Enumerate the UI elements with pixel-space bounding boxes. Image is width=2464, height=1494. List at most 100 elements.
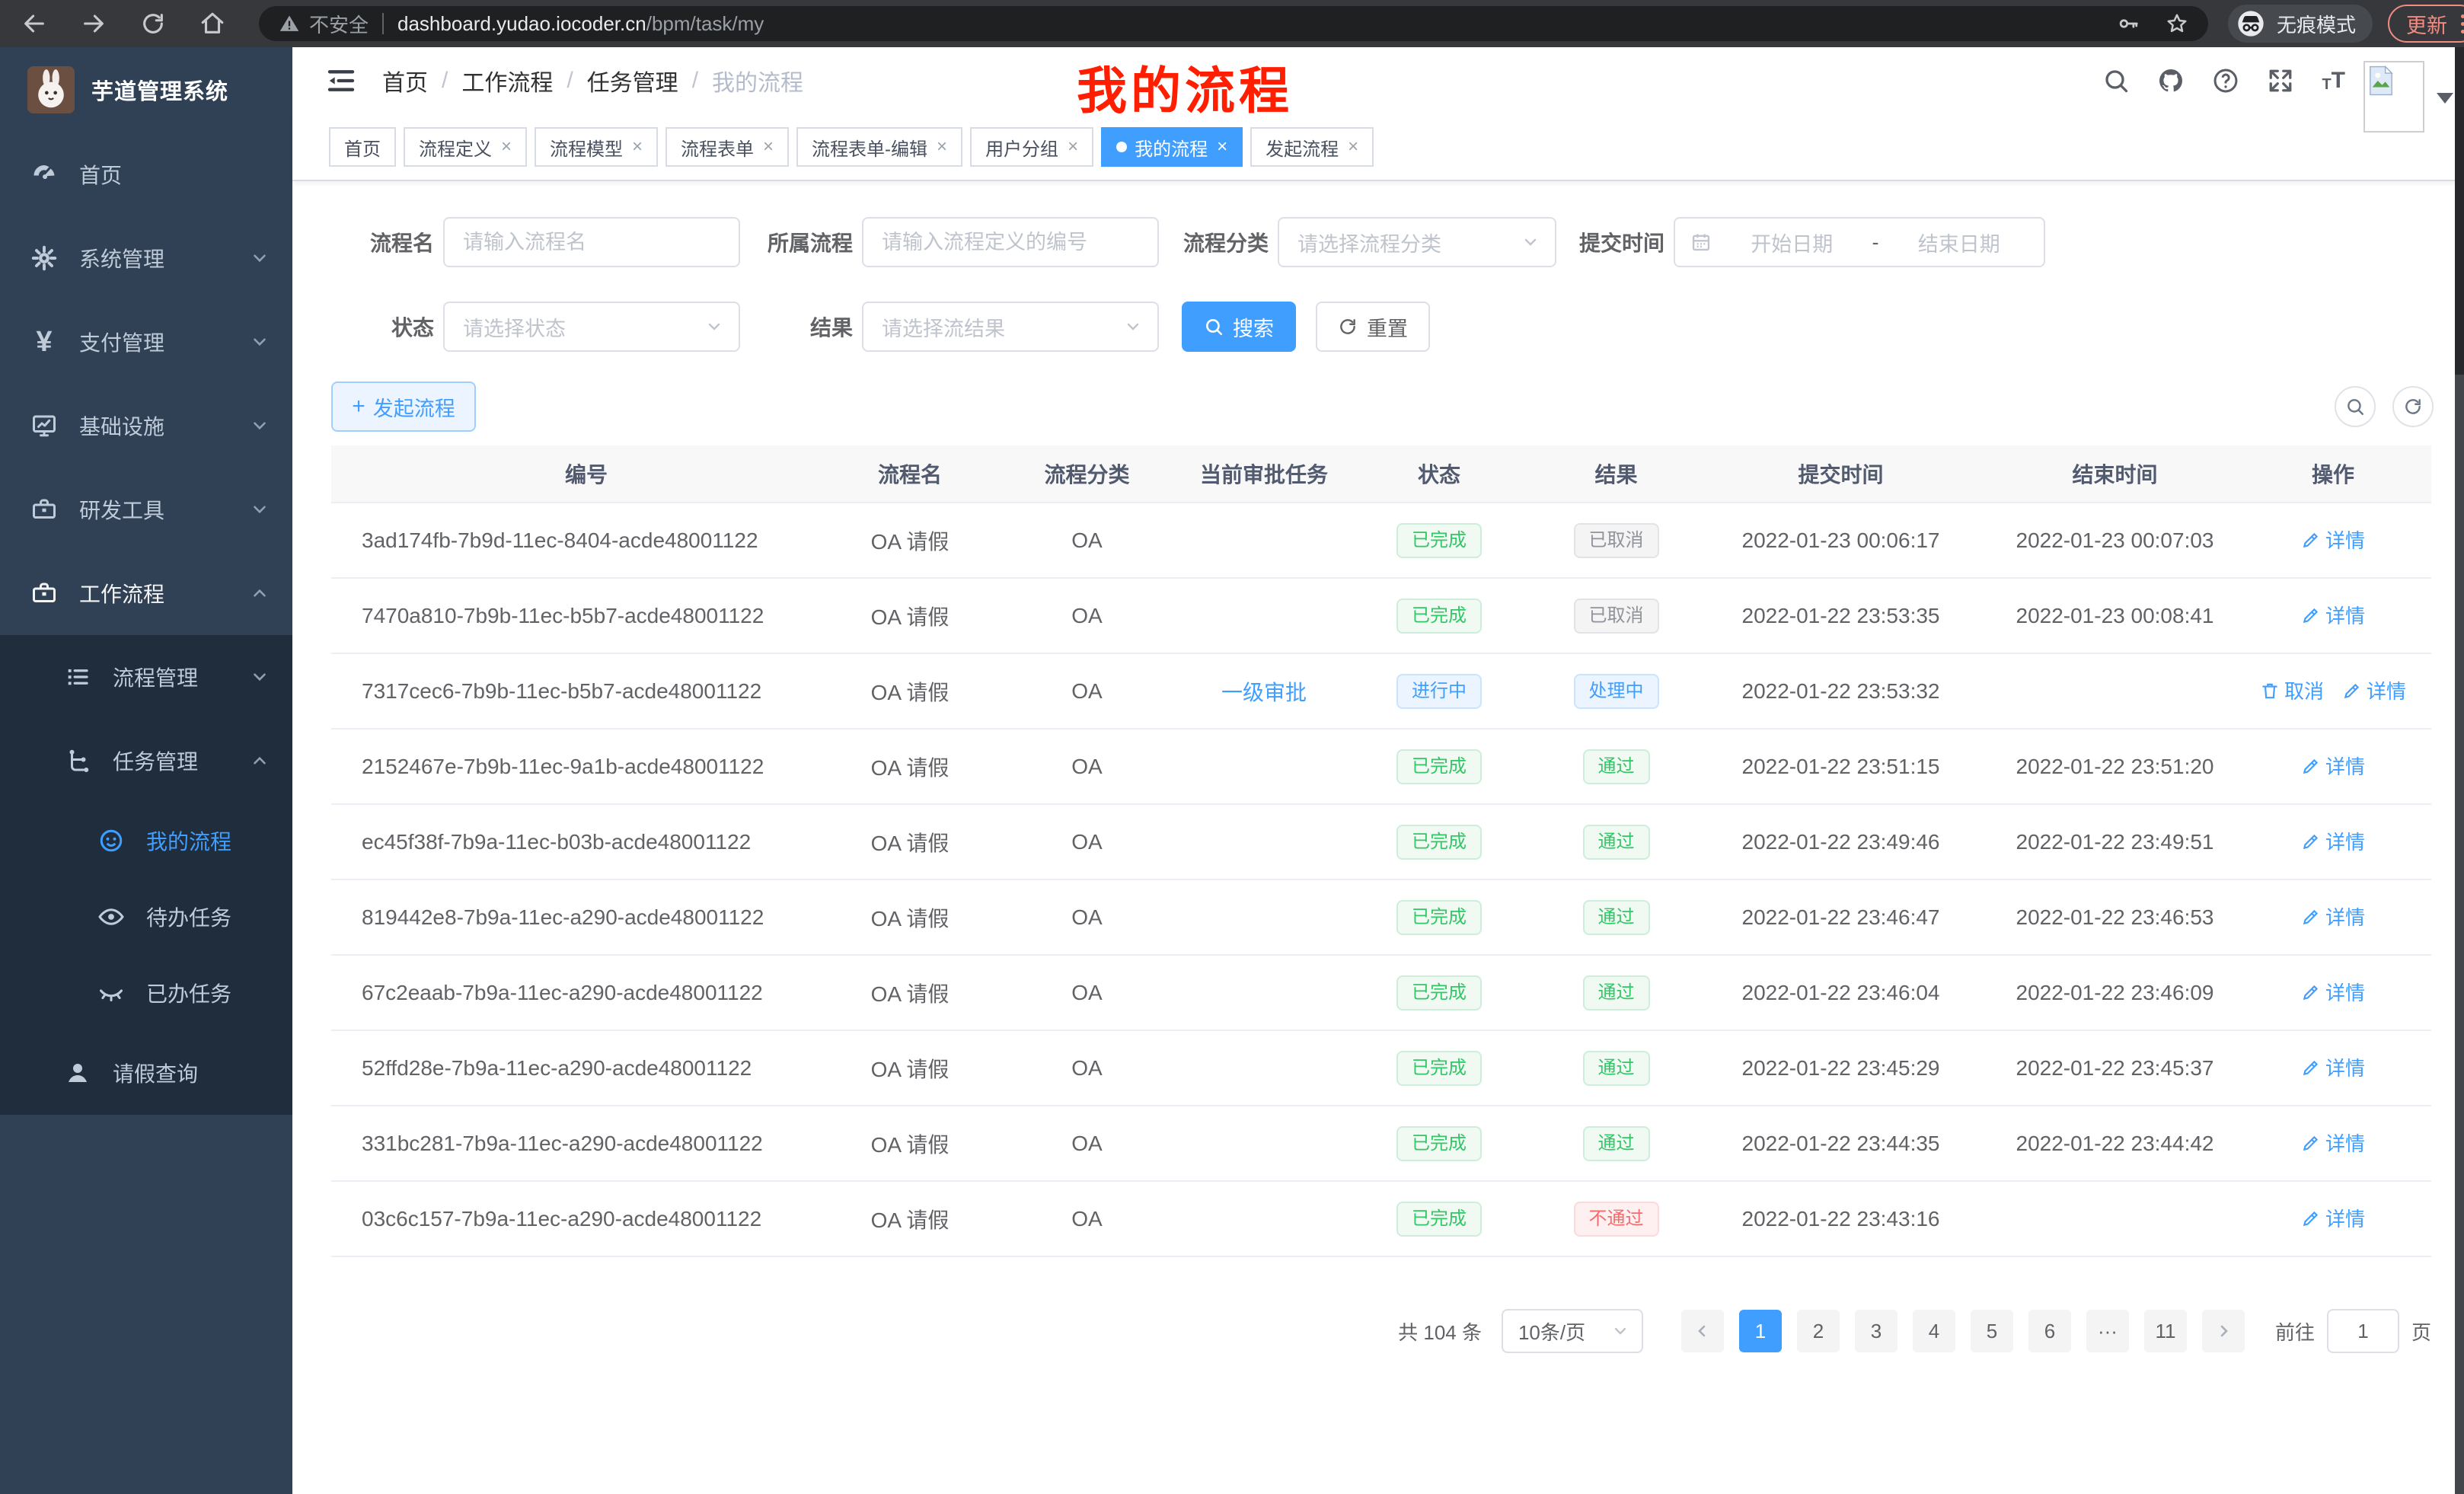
page-button-5[interactable]: 5 xyxy=(1971,1310,2013,1352)
page-button-11[interactable]: 11 xyxy=(2144,1310,2187,1352)
filter-row-1: 流程名 所属流程 流程分类 请选择流程分类 提交时间 开始日期 - xyxy=(331,217,2045,267)
tab-user-group[interactable]: 用户分组 × xyxy=(970,127,1093,167)
password-key-icon[interactable] xyxy=(2117,12,2140,35)
breadcrumb-workflow[interactable]: 工作流程 xyxy=(461,64,553,97)
tags-view: 首页 流程定义 × 流程模型 × 流程表单 × 流程表单-编辑 × xyxy=(292,114,2464,181)
sidebar-item-done-tasks[interactable]: 已办任务 xyxy=(0,955,292,1031)
sidebar-item-my-process[interactable]: 我的流程 xyxy=(0,803,292,879)
broken-image-icon xyxy=(2368,65,2394,96)
user-menu-caret-icon[interactable] xyxy=(2437,93,2453,104)
parent-process-input[interactable] xyxy=(862,217,1159,267)
status-select[interactable]: 请选择状态 xyxy=(443,302,740,352)
date-range-picker[interactable]: 开始日期 - 结束日期 xyxy=(1674,217,2045,267)
sidebar-collapse-icon[interactable] xyxy=(326,65,356,96)
detail-link[interactable]: 详情 xyxy=(2301,601,2365,629)
tab-process-form-edit[interactable]: 流程表单-编辑 × xyxy=(796,127,962,167)
security-indicator[interactable]: 不安全 xyxy=(279,10,369,38)
sidebar-item-home[interactable]: 首页 xyxy=(0,132,292,216)
next-page-button[interactable] xyxy=(2202,1310,2245,1352)
refresh-icon xyxy=(1338,317,1358,337)
sidebar-item-process-mgmt[interactable]: 流程管理 xyxy=(0,635,292,719)
app-logo-row[interactable]: 芋道管理系统 xyxy=(0,47,292,132)
sidebar-item-payment[interactable]: ¥ 支付管理 xyxy=(0,300,292,384)
chevron-up-icon xyxy=(250,751,270,771)
page-size-select[interactable]: 10条/页 xyxy=(1502,1309,1643,1353)
list-icon xyxy=(64,663,91,691)
detail-link[interactable]: 详情 xyxy=(2301,978,2365,1006)
table-row: 67c2eaab-7b9a-11ec-a290-acde48001122 OA … xyxy=(331,955,2431,1030)
search-button[interactable]: 搜索 xyxy=(1182,302,1296,352)
search-icon[interactable] xyxy=(2102,67,2130,94)
status-badge: 已完成 xyxy=(1396,1202,1482,1237)
category-select[interactable]: 请选择流程分类 xyxy=(1278,217,1556,267)
page-button-3[interactable]: 3 xyxy=(1855,1310,1897,1352)
cancel-link[interactable]: 取消 xyxy=(2260,676,2324,704)
edit-icon xyxy=(2342,681,2362,701)
detail-link[interactable]: 详情 xyxy=(2301,1053,2365,1081)
page-button-2[interactable]: 2 xyxy=(1797,1310,1840,1352)
reset-button[interactable]: 重置 xyxy=(1316,302,1430,352)
page-button-1[interactable]: 1 xyxy=(1739,1310,1782,1352)
home-icon[interactable] xyxy=(199,11,225,37)
back-icon[interactable] xyxy=(21,11,47,37)
toolbox-icon xyxy=(30,579,58,607)
tab-my-process[interactable]: 我的流程 × xyxy=(1101,127,1243,167)
table-refresh-button[interactable] xyxy=(2392,386,2434,427)
tab-close-icon[interactable]: × xyxy=(632,136,643,158)
fullscreen-icon[interactable] xyxy=(2267,67,2294,94)
tab-home[interactable]: 首页 xyxy=(329,127,396,167)
sidebar-item-workflow[interactable]: 工作流程 xyxy=(0,551,292,635)
tab-close-icon[interactable]: × xyxy=(501,136,512,158)
tab-process-model[interactable]: 流程模型 × xyxy=(535,127,658,167)
address-bar[interactable]: 不安全 dashboard.yudao.iocoder.cn/bpm/task/… xyxy=(259,6,2208,41)
tab-close-icon[interactable]: × xyxy=(1217,136,1227,158)
tab-start-process[interactable]: 发起流程 × xyxy=(1250,127,1374,167)
start-process-button[interactable]: + 发起流程 xyxy=(331,381,476,432)
breadcrumb-home[interactable]: 首页 xyxy=(382,64,428,97)
scrollbar-thumb[interactable] xyxy=(2455,47,2464,375)
tab-process-form[interactable]: 流程表单 × xyxy=(665,127,789,167)
tab-process-definition[interactable]: 流程定义 × xyxy=(404,127,527,167)
result-select[interactable]: 请选择流结果 xyxy=(862,302,1159,352)
sidebar-item-devtools[interactable]: 研发工具 xyxy=(0,468,292,551)
tab-close-icon[interactable]: × xyxy=(1348,136,1358,158)
detail-link[interactable]: 详情 xyxy=(2301,902,2365,931)
avatar[interactable] xyxy=(2363,61,2424,132)
page-scrollbar[interactable] xyxy=(2455,47,2464,1494)
forward-icon[interactable] xyxy=(81,11,107,37)
current-task-link[interactable]: 一级审批 xyxy=(1221,681,1307,704)
detail-link[interactable]: 详情 xyxy=(2301,525,2365,554)
font-size-icon[interactable]: TT xyxy=(2322,68,2345,94)
detail-link[interactable]: 详情 xyxy=(2301,1128,2365,1157)
sidebar-item-task-mgmt[interactable]: 任务管理 xyxy=(0,719,292,803)
detail-link[interactable]: 详情 xyxy=(2301,752,2365,780)
reload-icon[interactable] xyxy=(140,11,166,37)
bookmark-star-icon[interactable] xyxy=(2166,12,2188,35)
github-icon[interactable] xyxy=(2157,67,2185,94)
help-icon[interactable] xyxy=(2212,67,2239,94)
tab-close-icon[interactable]: × xyxy=(763,136,774,158)
breadcrumb-task-mgmt[interactable]: 任务管理 xyxy=(587,64,678,97)
update-button[interactable]: 更新 xyxy=(2388,5,2464,43)
tab-close-icon[interactable]: × xyxy=(1068,136,1078,158)
yen-icon: ¥ xyxy=(30,328,58,356)
page-button-6[interactable]: 6 xyxy=(2028,1310,2071,1352)
sidebar-item-system[interactable]: 系统管理 xyxy=(0,216,292,300)
page-button-4[interactable]: 4 xyxy=(1913,1310,1955,1352)
browser-menu-icon[interactable] xyxy=(2461,14,2464,34)
page-ellipsis-button[interactable]: ··· xyxy=(2086,1310,2129,1352)
detail-link[interactable]: 详情 xyxy=(2301,1204,2365,1232)
table-search-toggle-button[interactable] xyxy=(2335,386,2376,427)
sidebar-item-todo-tasks[interactable]: 待办任务 xyxy=(0,879,292,955)
process-name-input[interactable] xyxy=(443,217,740,267)
main-content: 首页 / 工作流程 / 任务管理 / 我的流程 我的流程 TT xyxy=(292,47,2464,1494)
goto-page-input[interactable] xyxy=(2327,1309,2399,1353)
detail-link[interactable]: 详情 xyxy=(2342,676,2406,704)
prev-page-button[interactable] xyxy=(1681,1310,1724,1352)
sidebar: 芋道管理系统 首页 系统管理 ¥ 支付管理 基础设施 研发工具 xyxy=(0,47,292,1494)
detail-link[interactable]: 详情 xyxy=(2301,827,2365,855)
sidebar-item-leave-query[interactable]: 请假查询 xyxy=(0,1031,292,1115)
result-label: 结果 xyxy=(763,311,853,342)
sidebar-item-infra[interactable]: 基础设施 xyxy=(0,384,292,468)
tab-close-icon[interactable]: × xyxy=(937,136,947,158)
